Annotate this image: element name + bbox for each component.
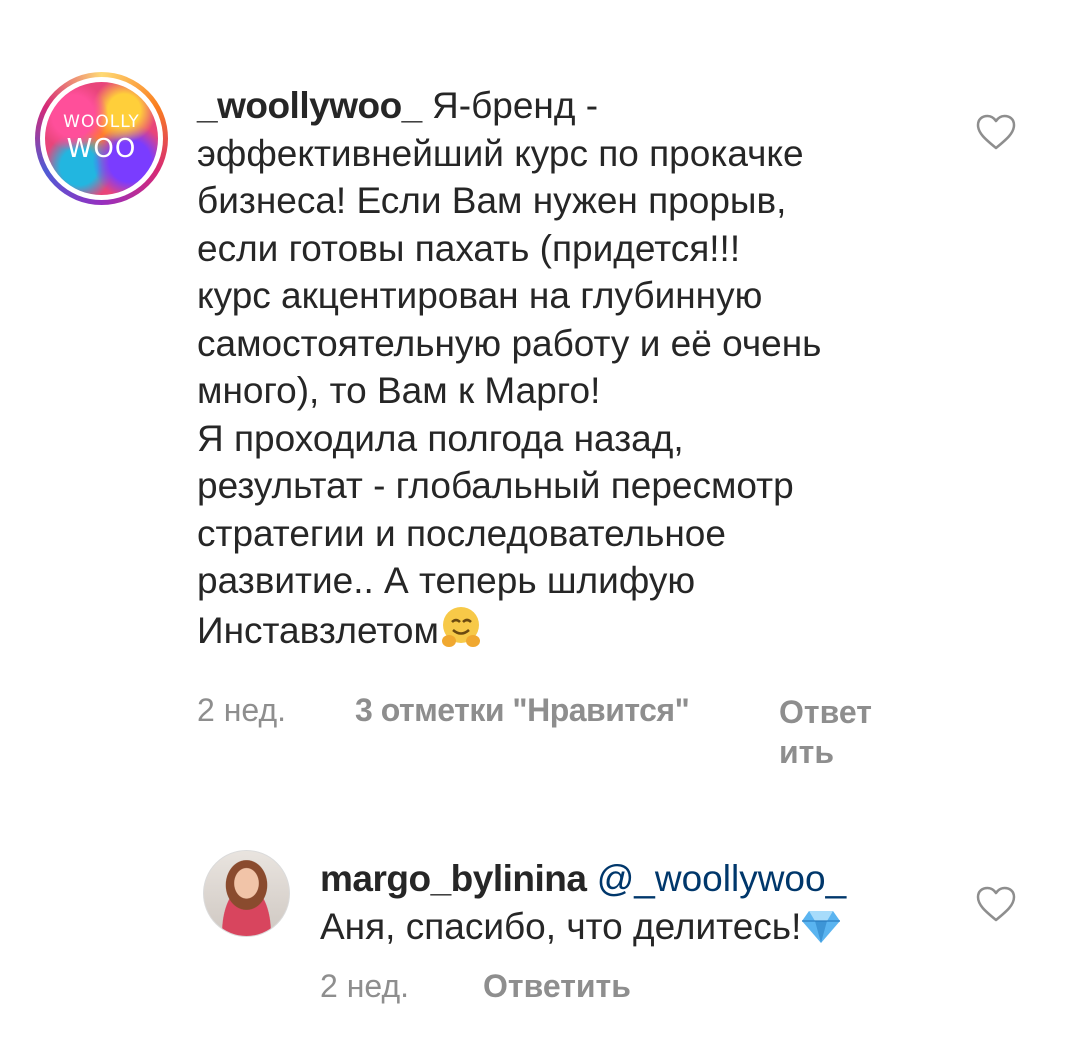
avatar[interactable] [203, 850, 290, 937]
hugging-face-emoji [439, 605, 483, 661]
comment-line: результат - глобальный пересмотр [197, 465, 794, 506]
mention-link[interactable]: @_woollywoo_ [597, 858, 846, 899]
likes-count-link[interactable]: 3 отметки "Нравится" [355, 692, 690, 729]
avatar: WOOLLY WOO [45, 82, 158, 195]
comment-line: развитие.. А теперь шлифую [197, 560, 696, 601]
comment-line: эффективнейший курс по прокачке [197, 132, 804, 174]
heart-outline-icon[interactable] [975, 113, 1017, 156]
comment-text: margo_bylinina @_woollywoo_ Аня, спасибо… [320, 855, 960, 956]
gem-emoji [801, 907, 841, 957]
comment-line: курс акцентирован на глубинную [197, 275, 763, 316]
heart-outline-icon[interactable] [975, 885, 1017, 928]
comment-line: бизнеса! Если Вам нужен прорыв, [197, 180, 787, 221]
comment-time: 2 нед. [197, 692, 287, 728]
comment-line: самостоятельную работу и её очень [197, 322, 822, 364]
comment-reply-text: Аня, спасибо, что делитесь! [320, 905, 802, 947]
comment-text-first: Я-бренд - [421, 85, 599, 126]
comment-time: 2 нед. [320, 968, 410, 1004]
comment-line: Я проходила полгода назад, [197, 417, 684, 459]
comment-username[interactable]: margo_bylinina [320, 858, 587, 899]
comment-margo-reply: margo_bylinina @_woollywoo_ Аня, спасибо… [0, 830, 1080, 1063]
avatar-logo-text-top: WOOLLY [63, 112, 140, 132]
comment-line: если готовы пахать (придется!!! [197, 227, 741, 269]
avatar-story-ring[interactable]: WOOLLY WOO [35, 72, 168, 205]
reply-label-line1: Ответ [779, 694, 872, 730]
reply-label-line2: ить [779, 734, 835, 770]
comment-text-last: Инставзлетом [197, 609, 439, 651]
reply-button[interactable]: Ответить [483, 968, 631, 1005]
comment-line: много), то Вам к Марго! [197, 370, 601, 411]
comment-line: стратегии и последовательное [197, 512, 726, 554]
comment-text: _woollywoo_ Я-бренд - эффективнейший кур… [197, 82, 977, 660]
comment-username[interactable]: _woollywoo_ [197, 85, 422, 126]
reply-button[interactable]: Ответ ить [779, 692, 872, 772]
comment-woollywoo: WOOLLY WOO _woollywoo_ Я-бренд - эффекти… [0, 0, 1080, 800]
avatar-logo-text-bottom: WOO [66, 134, 137, 164]
